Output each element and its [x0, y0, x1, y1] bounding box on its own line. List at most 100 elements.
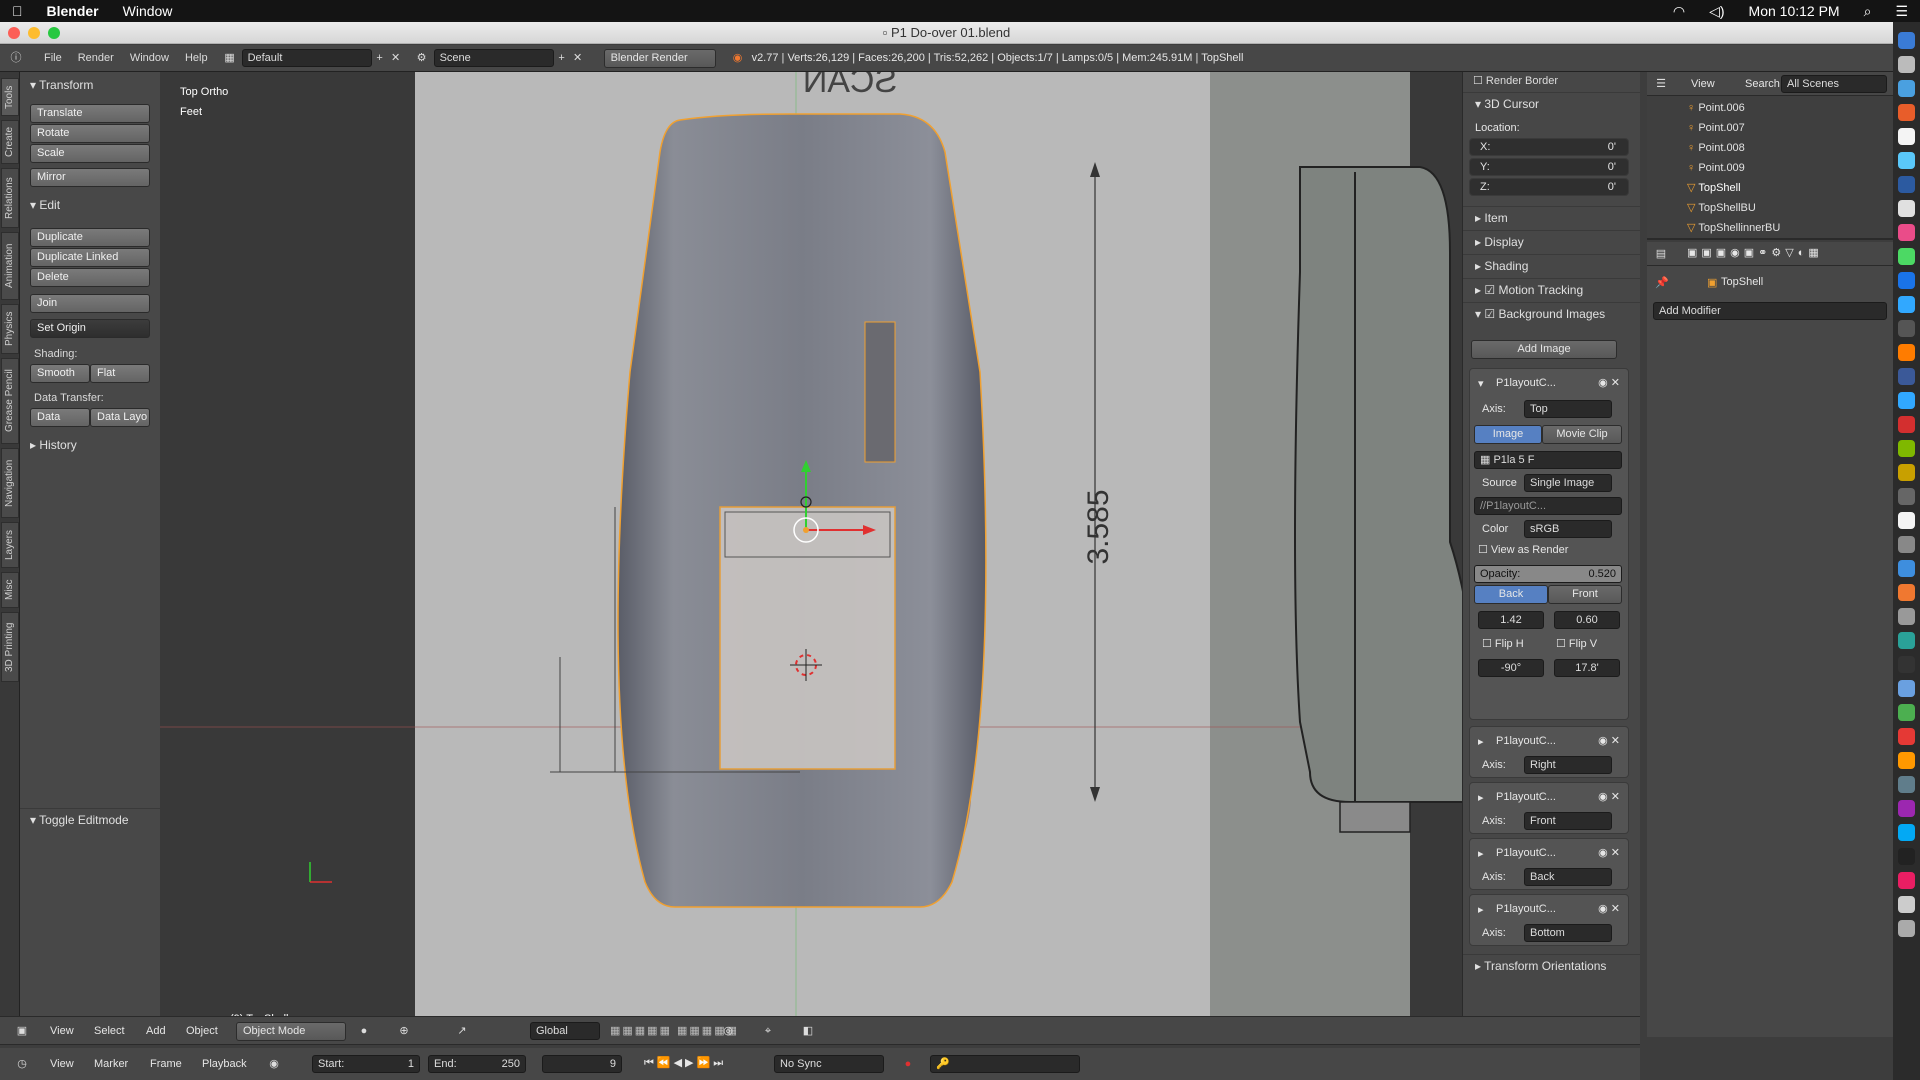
- timeline-view-menu[interactable]: View: [50, 1058, 74, 1070]
- app-icon-15[interactable]: [1898, 368, 1915, 385]
- window-menu[interactable]: Window: [111, 3, 185, 19]
- bg1-image-datablock[interactable]: ▦ P1la 5 F: [1474, 451, 1622, 469]
- bg1-back-button[interactable]: Back: [1474, 585, 1548, 604]
- app-icon-28[interactable]: [1898, 680, 1915, 697]
- 3d-view-editor-icon[interactable]: ▣: [14, 1023, 30, 1039]
- data-layout-button[interactable]: Data Layo: [90, 408, 150, 427]
- keying-set-field[interactable]: 🔑: [930, 1055, 1080, 1073]
- outliner-display-mode[interactable]: All Scenes: [1781, 75, 1887, 93]
- rotate-button[interactable]: Rotate: [30, 124, 150, 143]
- render-preview-icon[interactable]: ◧: [800, 1023, 816, 1039]
- properties-editor-icon[interactable]: ▤: [1653, 246, 1669, 262]
- app-icon-36[interactable]: [1898, 872, 1915, 889]
- volume-icon[interactable]: ◁): [1697, 3, 1736, 20]
- window-menu-blender[interactable]: Window: [122, 52, 177, 64]
- outliner-row-topshellinnerbu[interactable]: ▽ TopShellinnerBU: [1647, 218, 1893, 238]
- app-icon-29[interactable]: [1898, 704, 1915, 721]
- bg1-axis-select[interactable]: Top: [1524, 400, 1612, 418]
- outliner-row-point006[interactable]: ♀ Point.006: [1647, 98, 1893, 118]
- app-icon-26[interactable]: [1898, 632, 1915, 649]
- mirror-button[interactable]: Mirror: [30, 168, 150, 187]
- bg1-collapse-icon[interactable]: ▾: [1478, 377, 1484, 390]
- outliner-row-point008[interactable]: ♀ Point.008: [1647, 138, 1893, 158]
- start-frame-field[interactable]: Start: 1: [312, 1055, 420, 1073]
- scale-button[interactable]: Scale: [30, 144, 150, 163]
- item-panel-header[interactable]: ▸ Item: [1463, 206, 1640, 228]
- pivot-point-icon[interactable]: ⊕: [396, 1023, 412, 1039]
- remove-layout-icon[interactable]: ✕: [388, 50, 404, 66]
- close-window-button[interactable]: [8, 27, 20, 39]
- app-icon-23[interactable]: [1898, 560, 1915, 577]
- bg2-axis-select[interactable]: Right: [1524, 756, 1612, 774]
- clock[interactable]: Mon 10:12 PM: [1737, 3, 1852, 19]
- tab-relations[interactable]: Relations: [1, 168, 19, 228]
- bg1-front-button[interactable]: Front: [1548, 585, 1622, 604]
- bg1-rotation-field[interactable]: -90°: [1478, 659, 1544, 677]
- safari-icon[interactable]: [1898, 80, 1915, 97]
- flat-button[interactable]: Flat: [90, 364, 150, 383]
- wifi-icon[interactable]: ◠: [1661, 3, 1697, 20]
- terminal-icon[interactable]: [1898, 656, 1915, 673]
- add-layout-icon[interactable]: +: [372, 50, 388, 66]
- set-origin-select[interactable]: Set Origin: [30, 319, 150, 338]
- tab-layers[interactable]: Layers: [1, 522, 19, 568]
- tab-animation[interactable]: Animation: [1, 232, 19, 300]
- playback-controls[interactable]: ⏮⏪◀▶⏩⏭: [644, 1056, 726, 1070]
- bg1-opacity-slider[interactable]: Opacity: 0.520: [1474, 565, 1622, 583]
- bg1-source-select[interactable]: Single Image: [1524, 474, 1612, 492]
- blender-dock-icon[interactable]: [1898, 584, 1915, 601]
- frame-menu[interactable]: Frame: [150, 1058, 182, 1070]
- proportional-edit-icon[interactable]: ◎: [720, 1023, 736, 1039]
- manipulator-icon[interactable]: ↗: [454, 1023, 470, 1039]
- timeline-editor-icon[interactable]: ◷: [14, 1056, 30, 1072]
- view-menu[interactable]: View: [50, 1025, 74, 1037]
- add-modifier-select[interactable]: Add Modifier: [1653, 302, 1887, 320]
- pin-icon[interactable]: 📌: [1655, 276, 1669, 289]
- transform-orientations-header[interactable]: ▸ Transform Orientations: [1463, 954, 1640, 976]
- bg1-rotation2-field[interactable]: 17.8': [1554, 659, 1620, 677]
- bg2-expand-icon[interactable]: ▸: [1478, 735, 1484, 748]
- add-image-button[interactable]: Add Image: [1471, 340, 1617, 359]
- bridge-icon[interactable]: [1898, 464, 1915, 481]
- bg2-visibility-icon[interactable]: ◉ ✕: [1598, 734, 1620, 747]
- messages-icon[interactable]: [1898, 152, 1915, 169]
- bg1-filepath-field[interactable]: //P1layoutC...: [1474, 497, 1622, 515]
- preview-icon[interactable]: [1898, 200, 1915, 217]
- edit-panel-header[interactable]: ▾ Edit: [20, 194, 160, 216]
- acrobat-icon[interactable]: [1898, 416, 1915, 433]
- playback-menu[interactable]: Playback: [202, 1058, 247, 1070]
- launchpad-icon[interactable]: [1898, 56, 1915, 73]
- display-panel-header[interactable]: ▸ Display: [1463, 230, 1640, 252]
- minimize-window-button[interactable]: [28, 27, 40, 39]
- translate-button[interactable]: Translate: [30, 104, 150, 123]
- sync-mode-select[interactable]: No Sync: [774, 1055, 884, 1073]
- app-icon-20[interactable]: [1898, 488, 1915, 505]
- interaction-mode-select[interactable]: Object Mode: [236, 1022, 346, 1041]
- tab-create[interactable]: Create: [1, 120, 19, 164]
- marker-menu[interactable]: Marker: [94, 1058, 128, 1070]
- smooth-button[interactable]: Smooth: [30, 364, 90, 383]
- 3d-cursor-header[interactable]: ▾ 3D Cursor: [1463, 92, 1640, 114]
- cursor-x-field[interactable]: X: 0': [1469, 138, 1629, 156]
- layout-icon[interactable]: ▦: [222, 50, 238, 66]
- toggle-editmode-header[interactable]: ▾ Toggle Editmode: [20, 808, 160, 830]
- tab-physics[interactable]: Physics: [1, 304, 19, 354]
- object-menu[interactable]: Object: [186, 1025, 218, 1037]
- outliner-view-menu[interactable]: View: [1691, 78, 1715, 90]
- media-encoder-icon[interactable]: [1898, 440, 1915, 457]
- bg1-visibility-icon[interactable]: ◉ ✕: [1598, 376, 1620, 389]
- duplicate-button[interactable]: Duplicate: [30, 228, 150, 247]
- object-origin[interactable]: [803, 527, 809, 533]
- word-icon[interactable]: [1898, 176, 1915, 193]
- cursor-z-field[interactable]: Z: 0': [1469, 178, 1629, 196]
- bg1-colorspace-select[interactable]: sRGB: [1524, 520, 1612, 538]
- app-menu[interactable]: Blender: [35, 3, 111, 19]
- outliner-row-topshell[interactable]: ▽ TopShell: [1647, 178, 1893, 198]
- apple-icon[interactable]: : [0, 3, 35, 19]
- app-icon-33[interactable]: [1898, 800, 1915, 817]
- add-scene-icon[interactable]: +: [554, 50, 570, 66]
- end-frame-field[interactable]: End: 250: [428, 1055, 526, 1073]
- history-panel-header[interactable]: ▸ History: [20, 434, 160, 456]
- bg5-expand-icon[interactable]: ▸: [1478, 903, 1484, 916]
- bg5-visibility-icon[interactable]: ◉ ✕: [1598, 902, 1620, 915]
